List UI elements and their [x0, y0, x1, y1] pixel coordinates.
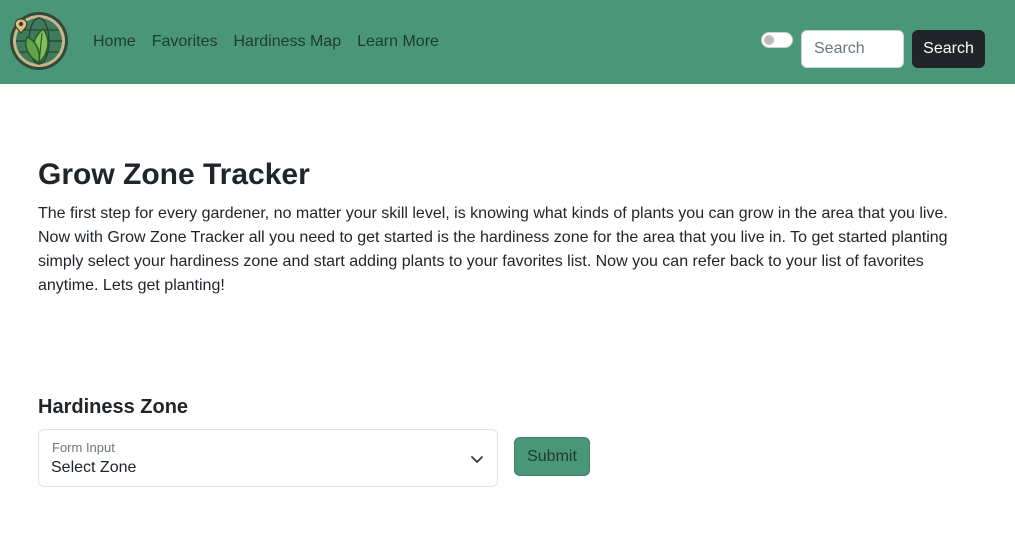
- nav-link-hardiness-map[interactable]: Hardiness Map: [233, 31, 341, 52]
- page-title: Grow Zone Tracker: [38, 158, 310, 191]
- toggle-knob: [764, 35, 774, 45]
- intro-paragraph: The first step for every gardener, no ma…: [38, 205, 948, 294]
- hardiness-zone-select[interactable]: Form Input Select Zone: [38, 429, 498, 487]
- select-floating-label: Form Input: [52, 440, 115, 455]
- theme-toggle[interactable]: [761, 32, 793, 48]
- nav-links: Home Favorites Hardiness Map Learn More: [93, 31, 439, 52]
- submit-button[interactable]: Submit: [514, 437, 590, 476]
- globe-leaves-logo-icon[interactable]: [9, 11, 69, 71]
- search-button[interactable]: Search: [912, 30, 985, 68]
- nav-link-favorites[interactable]: Favorites: [152, 31, 218, 52]
- hardiness-zone-heading: Hardiness Zone: [38, 396, 189, 418]
- select-current-value: Select Zone: [51, 459, 137, 476]
- nav-link-home[interactable]: Home: [93, 31, 136, 52]
- chevron-down-icon: [471, 456, 483, 463]
- nav-link-learn-more[interactable]: Learn More: [357, 31, 439, 52]
- search-input[interactable]: [801, 30, 904, 68]
- navbar: Home Favorites Hardiness Map Learn More …: [0, 0, 1015, 84]
